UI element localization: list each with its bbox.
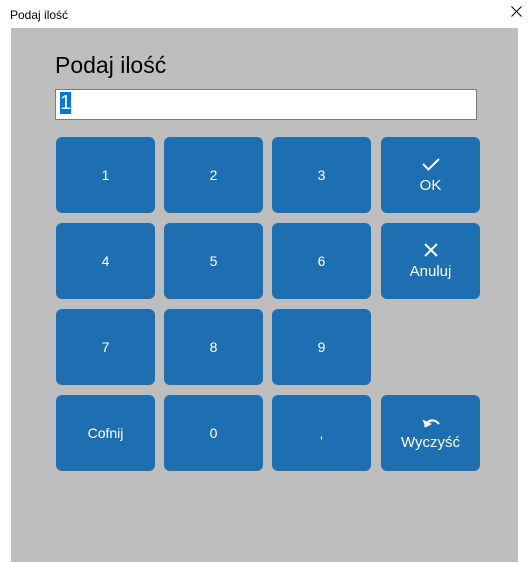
cancel-label: Anuluj <box>409 263 452 280</box>
key-1[interactable]: 1 <box>56 137 155 213</box>
key-7[interactable]: 7 <box>56 309 155 385</box>
close-button[interactable] <box>501 0 531 22</box>
key-9[interactable]: 9 <box>272 309 371 385</box>
key-comma[interactable]: , <box>272 395 371 471</box>
window-title: Podaj ilość <box>10 8 69 22</box>
backspace-label: Cofnij <box>87 425 124 441</box>
key-label: 3 <box>317 167 326 183</box>
quantity-input[interactable]: 1 <box>55 89 477 120</box>
key-label: 6 <box>317 253 326 269</box>
key-label: 1 <box>101 167 110 183</box>
x-icon <box>423 243 438 257</box>
key-label: 5 <box>209 253 218 269</box>
key-label: , <box>319 425 324 441</box>
title-bar: Podaj ilość <box>0 0 531 28</box>
dialog-window: Podaj ilość Podaj ilość 1 1 2 3 OK 4 5 6… <box>0 0 531 563</box>
backspace-button[interactable]: Cofnij <box>56 395 155 471</box>
key-8[interactable]: 8 <box>164 309 263 385</box>
ok-button[interactable]: OK <box>381 137 480 213</box>
keypad-panel: Podaj ilość 1 1 2 3 OK 4 5 6 Anuluj 7 8 … <box>11 28 518 562</box>
page-title: Podaj ilość <box>55 52 167 78</box>
key-label: 4 <box>101 253 110 269</box>
clear-label: Wyczyść <box>400 434 461 451</box>
clear-button[interactable]: Wyczyść <box>381 395 480 471</box>
undo-icon <box>422 419 440 428</box>
key-3[interactable]: 3 <box>272 137 371 213</box>
key-label: 9 <box>317 339 326 355</box>
quantity-value: 1 <box>60 92 72 114</box>
checkmark-icon <box>421 158 440 171</box>
key-0[interactable]: 0 <box>164 395 263 471</box>
key-label: 2 <box>209 167 218 183</box>
key-4[interactable]: 4 <box>56 223 155 299</box>
key-2[interactable]: 2 <box>164 137 263 213</box>
cancel-button[interactable]: Anuluj <box>381 223 480 299</box>
key-label: 7 <box>101 339 110 355</box>
key-5[interactable]: 5 <box>164 223 263 299</box>
ok-label: OK <box>419 177 442 194</box>
key-label: 0 <box>209 425 218 441</box>
key-6[interactable]: 6 <box>272 223 371 299</box>
key-label: 8 <box>209 339 218 355</box>
close-icon <box>510 5 522 17</box>
